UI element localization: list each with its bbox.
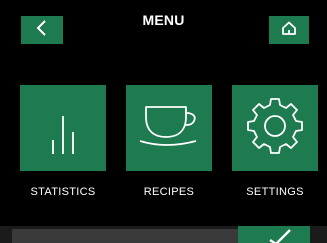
coffee-cup-icon xyxy=(136,101,202,156)
gear-icon xyxy=(244,95,306,162)
recipes-label: RECIPES xyxy=(143,186,195,198)
statistics-label: STATISTICS xyxy=(30,186,96,198)
back-button[interactable] xyxy=(21,16,63,44)
confirm-button[interactable] xyxy=(238,226,310,243)
settings-tile[interactable] xyxy=(232,85,318,171)
settings-label: SETTINGS xyxy=(246,186,304,198)
checkmark-icon xyxy=(238,229,310,243)
statistics-tile[interactable] xyxy=(20,85,106,171)
home-button[interactable] xyxy=(269,16,309,44)
bottom-divider xyxy=(12,229,274,243)
page-title: MENU xyxy=(142,12,185,28)
recipes-tile[interactable] xyxy=(126,85,212,171)
chevron-left-icon xyxy=(35,19,49,42)
top-bar: MENU xyxy=(0,0,327,52)
bar-chart-icon xyxy=(33,96,93,161)
home-icon xyxy=(281,20,297,41)
